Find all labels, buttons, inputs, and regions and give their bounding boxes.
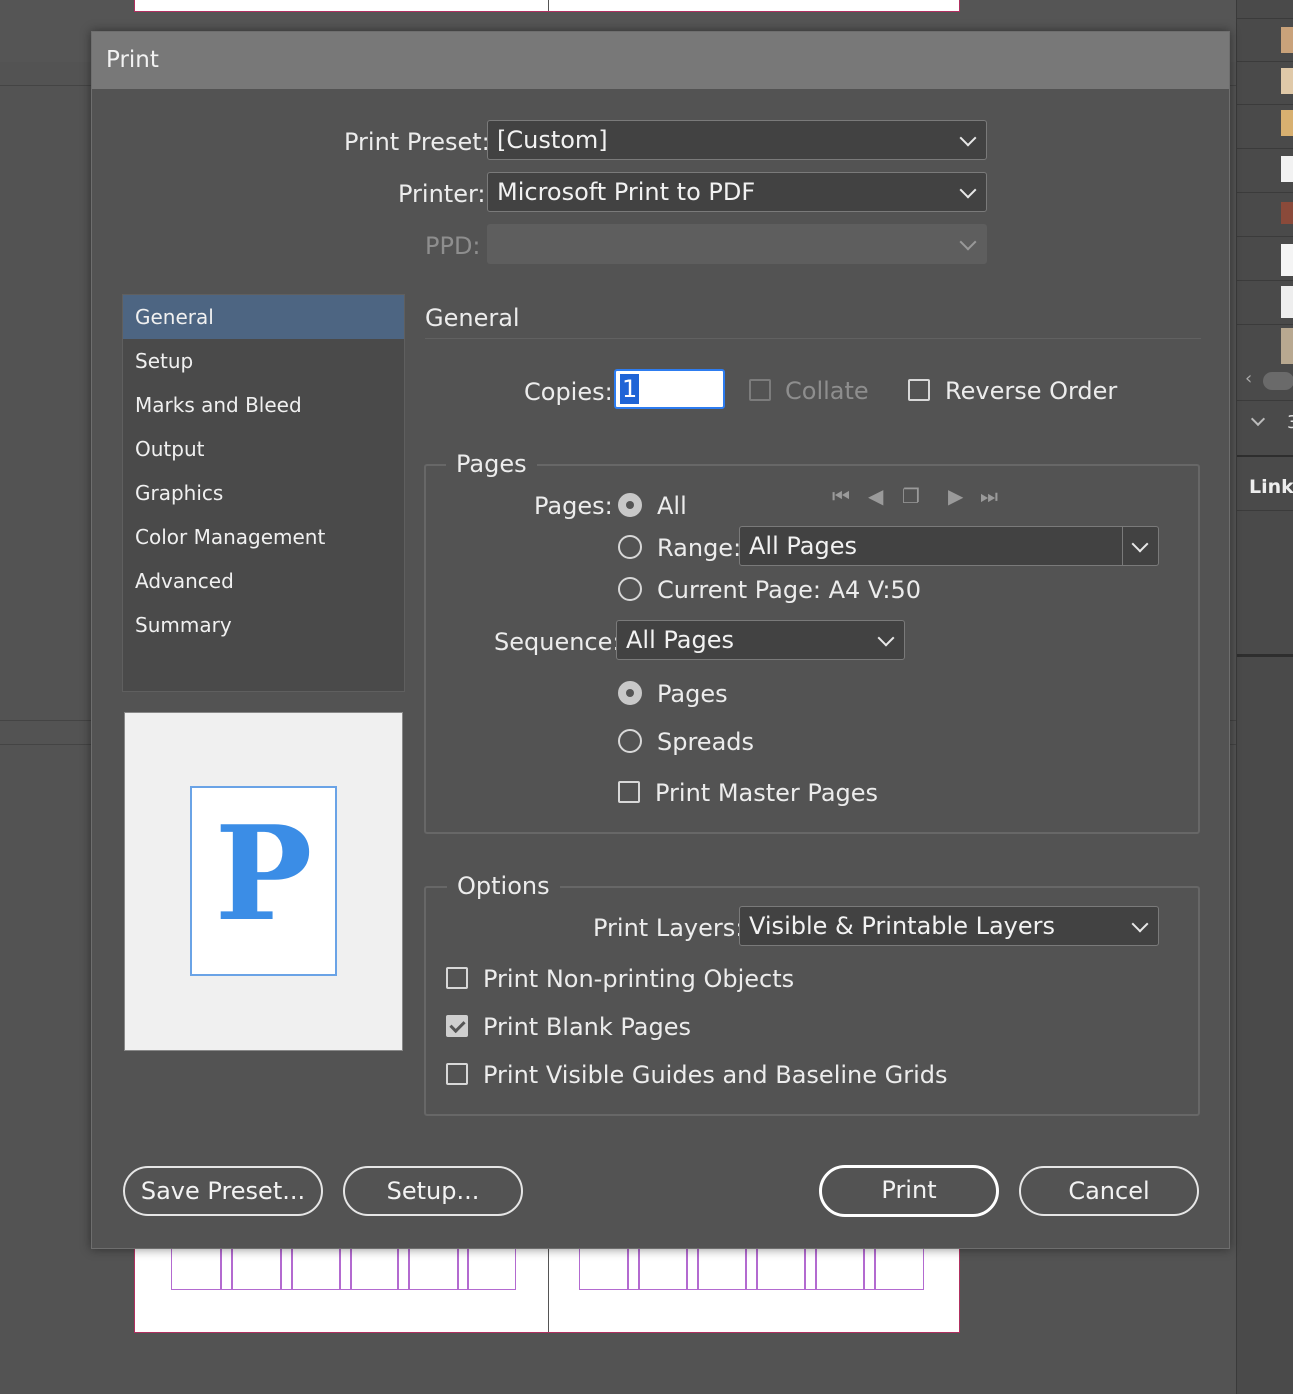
- section-title: General: [425, 304, 520, 332]
- page-preview: P: [124, 712, 403, 1051]
- sidebar-item-advanced[interactable]: Advanced: [123, 559, 404, 603]
- layout-spreads-radio[interactable]: [618, 729, 642, 753]
- print-preset-value: [Custom]: [497, 126, 608, 154]
- reverse-order-label: Reverse Order: [945, 377, 1118, 405]
- print-guides-label: Print Visible Guides and Baseline Grids: [483, 1061, 948, 1089]
- print-category-list: General Setup Marks and Bleed Output Gra…: [122, 294, 405, 692]
- link-thumbnail: [1281, 110, 1293, 136]
- ppd-label: PPD:: [425, 232, 481, 260]
- preview-glyph: P: [214, 797, 313, 950]
- print-blank-pages-label: Print Blank Pages: [483, 1013, 692, 1041]
- current-page-radio[interactable]: [618, 577, 642, 601]
- current-page-label: Current Page: A4 V:50: [657, 576, 921, 604]
- print-layers-label: Print Layers:: [593, 914, 744, 942]
- ppd-dropdown: [487, 224, 987, 264]
- layout-pages-radio[interactable]: [618, 681, 642, 705]
- next-page-icon[interactable]: ▶: [948, 484, 963, 508]
- print-preset-dropdown[interactable]: [Custom]: [487, 120, 987, 160]
- preview-page: P: [190, 786, 337, 976]
- sidebar-item-output[interactable]: Output: [123, 427, 404, 471]
- print-dialog: Print Print Preset: [Custom] Printer: Mi…: [91, 31, 1230, 1249]
- setup-button[interactable]: Setup...: [343, 1166, 523, 1216]
- sequence-label: Sequence:: [494, 628, 621, 656]
- pages-all-radio[interactable]: [618, 493, 642, 517]
- document-spread-top: [134, 0, 960, 12]
- section-divider: [425, 338, 1201, 339]
- chevron-down-icon: [959, 181, 977, 199]
- print-layers-dropdown[interactable]: Visible & Printable Layers: [739, 906, 1159, 946]
- link-thumbnail: [1281, 328, 1293, 364]
- panel-scrollbar[interactable]: [1263, 372, 1293, 390]
- last-page-icon[interactable]: ⏭: [980, 484, 998, 508]
- printer-value: Microsoft Print to PDF: [497, 178, 756, 206]
- chevron-down-icon: [1131, 915, 1149, 933]
- print-nonprinting-checkbox[interactable]: [446, 967, 468, 989]
- print-blank-pages-checkbox[interactable]: [446, 1015, 468, 1037]
- print-button[interactable]: Print: [819, 1165, 999, 1217]
- link-thumbnail: [1281, 68, 1293, 94]
- first-page-icon[interactable]: ⏮: [832, 484, 850, 508]
- sidebar-item-summary[interactable]: Summary: [123, 603, 404, 647]
- layout-pages-label: Pages: [657, 680, 728, 708]
- printer-dropdown[interactable]: Microsoft Print to PDF: [487, 172, 987, 212]
- printer-label: Printer:: [398, 180, 486, 208]
- pages-label: Pages:: [534, 492, 613, 520]
- collate-checkbox: [749, 379, 771, 401]
- print-layers-value: Visible & Printable Layers: [749, 912, 1055, 940]
- chevron-left-icon[interactable]: ‹: [1245, 368, 1252, 389]
- copies-label: Copies:: [524, 378, 613, 406]
- print-master-pages-checkbox[interactable]: [618, 781, 640, 803]
- page-spread-icon[interactable]: ❐: [902, 484, 920, 508]
- sidebar-item-graphics[interactable]: Graphics: [123, 471, 404, 515]
- sequence-value: All Pages: [626, 626, 734, 654]
- panel-counter: 3: [1287, 412, 1293, 433]
- link-thumbnail: [1281, 286, 1293, 318]
- copies-input[interactable]: 1: [614, 369, 725, 409]
- link-thumbnail: [1281, 244, 1293, 276]
- link-thumbnail: [1281, 202, 1293, 224]
- print-nonprinting-label: Print Non-printing Objects: [483, 965, 795, 993]
- print-guides-checkbox[interactable]: [446, 1063, 468, 1085]
- chevron-down-icon: [959, 233, 977, 251]
- options-legend: Options: [447, 872, 560, 900]
- range-label: Range:: [657, 534, 742, 562]
- chevron-down-icon: [877, 629, 895, 647]
- print-master-pages-label: Print Master Pages: [655, 779, 879, 807]
- pages-range-radio[interactable]: [618, 535, 642, 559]
- links-tab[interactable]: Link: [1249, 476, 1293, 498]
- link-thumbnail: [1281, 27, 1293, 53]
- pages-all-label: All: [657, 492, 687, 520]
- copies-value: 1: [620, 374, 640, 404]
- sidebar-item-marks-and-bleed[interactable]: Marks and Bleed: [123, 383, 404, 427]
- collate-label: Collate: [785, 377, 869, 405]
- previous-page-icon[interactable]: ◀: [868, 484, 883, 508]
- link-thumbnail: [1281, 156, 1293, 182]
- print-preset-label: Print Preset:: [344, 128, 490, 156]
- range-value[interactable]: All Pages: [749, 532, 857, 560]
- range-combo[interactable]: All Pages: [739, 526, 1159, 566]
- save-preset-button[interactable]: Save Preset...: [123, 1166, 323, 1216]
- sequence-dropdown[interactable]: All Pages: [616, 620, 905, 660]
- cancel-button[interactable]: Cancel: [1019, 1166, 1199, 1216]
- dialog-title[interactable]: Print: [92, 32, 1229, 89]
- pages-legend: Pages: [446, 450, 537, 478]
- chevron-down-icon[interactable]: [1250, 411, 1266, 427]
- sidebar-item-color-management[interactable]: Color Management: [123, 515, 404, 559]
- sidebar-item-general[interactable]: General: [123, 295, 404, 339]
- chevron-down-icon[interactable]: [1131, 535, 1149, 553]
- chevron-down-icon: [959, 129, 977, 147]
- reverse-order-checkbox[interactable]: [908, 379, 930, 401]
- sidebar-item-setup[interactable]: Setup: [123, 339, 404, 383]
- layout-spreads-label: Spreads: [657, 728, 755, 756]
